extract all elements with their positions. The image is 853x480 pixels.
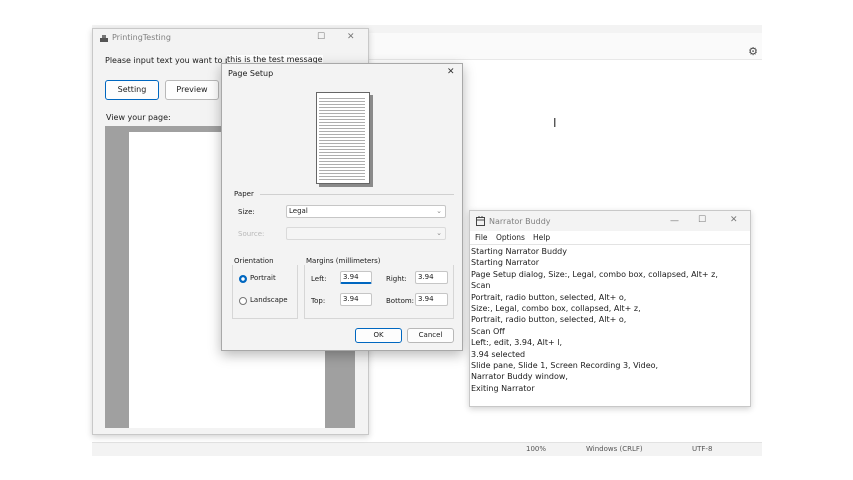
chevron-down-icon: ⌄ bbox=[436, 229, 442, 237]
menu-options[interactable]: Options bbox=[496, 233, 525, 242]
landscape-label[interactable]: Landscape bbox=[250, 296, 288, 304]
text-cursor-icon: I bbox=[553, 116, 557, 130]
menu-file[interactable]: File bbox=[475, 233, 488, 242]
right-margin-label: Right: bbox=[386, 275, 407, 283]
narrator-buddy-menubar: File Options Help bbox=[470, 232, 750, 245]
log-line: Starting Narrator Buddy bbox=[471, 247, 567, 256]
minimize-icon[interactable]: — bbox=[670, 216, 679, 226]
status-line-ending: Windows (CRLF) bbox=[586, 445, 643, 453]
page-thumbnail-text bbox=[319, 96, 365, 180]
narrator-buddy-title: Narrator Buddy bbox=[489, 217, 551, 226]
dialog-title: Page Setup bbox=[228, 69, 274, 78]
ok-button[interactable]: OK bbox=[355, 328, 402, 343]
narrator-log[interactable]: Starting Narrator Buddy Starting Narrato… bbox=[471, 246, 747, 394]
maximize-icon[interactable]: ☐ bbox=[317, 32, 325, 42]
gear-icon[interactable]: ⚙ bbox=[746, 45, 760, 59]
left-margin-field[interactable]: 3.94 bbox=[340, 271, 372, 284]
chevron-down-icon: ⌄ bbox=[436, 207, 442, 215]
log-line: Page Setup dialog, Size:, Legal, combo b… bbox=[471, 269, 718, 279]
paper-group-label: Paper bbox=[234, 190, 254, 198]
log-line: Size:, Legal, combo box, collapsed, Alt+… bbox=[471, 304, 641, 314]
bottom-margin-field[interactable]: 3.94 bbox=[415, 293, 448, 306]
view-page-label: View your page: bbox=[106, 113, 171, 122]
cancel-button[interactable]: Cancel bbox=[407, 328, 454, 343]
status-zoom: 100% bbox=[526, 445, 547, 453]
size-combo[interactable]: Legal ⌄ bbox=[286, 205, 446, 218]
app-icon bbox=[100, 35, 108, 43]
log-line: Starting Narrator bbox=[471, 258, 540, 268]
orientation-group-label: Orientation bbox=[234, 257, 274, 265]
editor-status-bar: 100% Windows (CRLF) UTF-8 bbox=[92, 442, 762, 456]
paper-group-divider bbox=[260, 194, 454, 195]
portrait-radio[interactable] bbox=[239, 275, 247, 283]
source-combo[interactable]: ⌄ bbox=[286, 227, 446, 240]
log-line: Exiting Narrator bbox=[471, 383, 535, 393]
close-icon[interactable]: ✕ bbox=[447, 67, 455, 77]
size-combo-value: Legal bbox=[289, 207, 308, 215]
log-line: Portrait, radio button, selected, Alt+ o… bbox=[471, 315, 627, 325]
right-margin-field[interactable]: 3.94 bbox=[415, 271, 448, 284]
log-line: Slide pane, Slide 1, Screen Recording 3,… bbox=[471, 361, 659, 371]
left-margin-label: Left: bbox=[311, 275, 327, 283]
menu-help[interactable]: Help bbox=[533, 233, 550, 242]
page-thumbnail bbox=[316, 92, 370, 184]
calendar-icon bbox=[476, 216, 485, 226]
narrator-buddy-titlebar: Narrator Buddy — ☐ ✕ bbox=[470, 211, 750, 231]
log-line: Scan bbox=[471, 281, 491, 291]
margins-group-label: Margins (millimeters) bbox=[306, 257, 381, 265]
landscape-radio[interactable] bbox=[239, 297, 247, 305]
size-label: Size: bbox=[238, 208, 255, 216]
close-icon[interactable]: ✕ bbox=[347, 32, 355, 42]
close-icon[interactable]: ✕ bbox=[730, 215, 738, 225]
bottom-margin-label: Bottom: bbox=[386, 297, 415, 305]
setting-button[interactable]: Setting bbox=[105, 80, 159, 100]
source-label: Source: bbox=[238, 230, 265, 238]
log-line: 3.94 selected bbox=[471, 349, 526, 359]
portrait-label[interactable]: Portrait bbox=[250, 274, 276, 282]
maximize-icon[interactable]: ☐ bbox=[698, 215, 706, 225]
status-encoding: UTF-8 bbox=[692, 445, 713, 453]
narrator-buddy-window: Narrator Buddy — ☐ ✕ File Options Help S… bbox=[469, 210, 751, 407]
top-margin-label: Top: bbox=[311, 297, 326, 305]
log-line: Scan Off bbox=[471, 326, 505, 336]
top-margin-field[interactable]: 3.94 bbox=[340, 293, 372, 306]
preview-button[interactable]: Preview bbox=[165, 80, 219, 100]
window-title: PrintingTesting bbox=[112, 33, 171, 42]
log-line: Portrait, radio button, selected, Alt+ o… bbox=[471, 292, 627, 302]
log-line: Left:, edit, 3.94, Alt+ l, bbox=[471, 338, 563, 348]
page-setup-dialog: Page Setup ✕ Paper Size: Legal ⌄ Source:… bbox=[221, 63, 463, 351]
log-line: Narrator Buddy window, bbox=[471, 372, 568, 382]
